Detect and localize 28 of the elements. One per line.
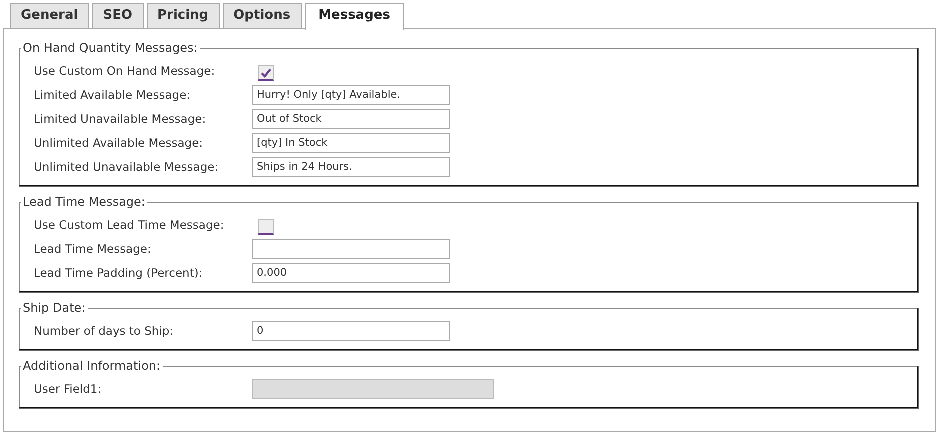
field-label: Number of days to Ship:	[34, 324, 175, 338]
field-label: Lead Time Padding (Percent):	[34, 266, 204, 280]
group-title: Lead Time Message:	[22, 195, 146, 209]
field-label: Unlimited Available Message:	[34, 136, 204, 150]
tab[interactable]: Pricing	[146, 3, 220, 28]
tab[interactable]: General	[10, 3, 90, 28]
field-label: Limited Available Message:	[34, 88, 192, 102]
field-label: Use Custom Lead Time Message:	[34, 218, 226, 232]
tab[interactable]: Options	[222, 3, 302, 28]
field-label: User Field1:	[34, 382, 103, 396]
input-field[interactable]: 0	[252, 321, 450, 341]
checkbox[interactable]	[258, 65, 274, 81]
field-label: Use Custom On Hand Message:	[34, 64, 216, 78]
field-label: Unlimited Unavailable Message:	[34, 160, 220, 174]
group-title: Ship Date:	[22, 301, 87, 315]
field-label: Limited Unavailable Message:	[34, 112, 208, 126]
tab[interactable]: SEO	[92, 3, 144, 28]
group-title: On Hand Quantity Messages:	[22, 41, 199, 55]
checkbox[interactable]	[258, 219, 274, 235]
input-field[interactable]: Ships in 24 Hours.	[252, 157, 450, 177]
input-field[interactable]: 0.000	[252, 263, 450, 283]
input-field[interactable]: Out of Stock	[252, 109, 450, 129]
field-label: Lead Time Message:	[34, 242, 152, 256]
tab[interactable]: Messages	[304, 3, 404, 30]
input-field[interactable]	[252, 239, 450, 259]
input-field[interactable]: [qty] In Stock	[252, 133, 450, 153]
group-title: Additional Information:	[22, 359, 162, 373]
input-field[interactable]: Hurry! Only [qty] Available.	[252, 85, 450, 105]
